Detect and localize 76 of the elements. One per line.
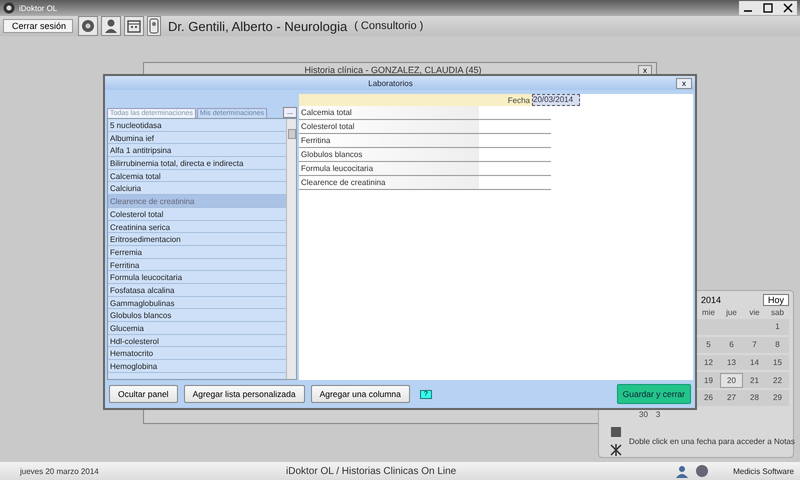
date-label: Fecha: [506, 96, 531, 104]
close-icon[interactable]: [781, 2, 795, 14]
list-item[interactable]: 5 nucleotidasa: [108, 119, 286, 132]
list-item[interactable]: Hdl-colesterol: [108, 334, 286, 348]
calendar-day[interactable]: 27: [720, 391, 743, 404]
context-label: ( Consultorio ): [354, 20, 424, 32]
window-title: iDoktor OL: [19, 4, 58, 12]
calendar-day[interactable]: 3: [656, 408, 660, 421]
table-cell: Colesterol total: [299, 120, 479, 133]
close-button[interactable]: x: [676, 78, 692, 88]
calendar-day[interactable]: 6: [720, 338, 743, 352]
calendar-day[interactable]: 7: [743, 338, 766, 352]
calendar-day[interactable]: 22: [766, 374, 789, 387]
calendar-day[interactable]: 30: [639, 408, 648, 421]
table-cell: Ferritina: [299, 134, 479, 147]
calendar-day[interactable]: 28: [743, 391, 766, 404]
status-title: iDoktor OL / Historias Clinicas On Line: [286, 466, 458, 476]
list-item[interactable]: Gammaglobulinas: [108, 296, 286, 310]
device-icon[interactable]: [147, 16, 161, 36]
dialog-title: Laboratorios: [367, 78, 414, 88]
list-item[interactable]: Glucemia: [108, 322, 286, 335]
list-item[interactable]: Hematocrito: [108, 347, 286, 360]
list-item[interactable]: Hemoglobina: [108, 360, 286, 373]
doctor-name: Dr. Gentili, Alberto - Neurologia: [168, 18, 348, 34]
app-logo-icon: [3, 2, 15, 14]
status-date: jueves 20 marzo 2014: [20, 466, 100, 476]
calendar-icon[interactable]: [124, 16, 144, 36]
list-item[interactable]: Formula leucocitaria: [108, 271, 286, 284]
weekday-label: jue: [725, 308, 738, 317]
calendar-day[interactable]: 5: [697, 338, 720, 352]
list-item[interactable]: Fosfatasa alcalina: [108, 284, 286, 297]
calendar-day[interactable]: 26: [697, 391, 720, 404]
date-cell[interactable]: 20/03/2014: [532, 94, 580, 106]
list-item[interactable]: Alfa 1 antitripsina: [108, 144, 286, 158]
today-button[interactable]: Hoy: [762, 294, 789, 306]
maximize-icon[interactable]: [761, 2, 775, 14]
list-item[interactable]: Creatinina serica: [108, 220, 286, 234]
save-button[interactable]: Guardar y cerrar: [616, 384, 691, 404]
calendar-hint: Doble click en una fecha para acceder a Notas: [629, 436, 795, 446]
list-item[interactable]: Eritrosedimentacion: [108, 233, 286, 246]
gear-icon[interactable]: [78, 16, 98, 36]
table-cell: Clearence de creatinina: [299, 176, 479, 189]
calendar-day[interactable]: 13: [720, 356, 743, 369]
table-cell: Globulos blancos: [299, 148, 479, 161]
calendar-day[interactable]: 21: [743, 374, 766, 387]
calendar-day[interactable]: 14: [743, 356, 766, 369]
background-window-title: Historia clínica - GONZALEZ, CLAUDIA (45): [303, 65, 483, 75]
action-button[interactable]: Agregar una columna: [310, 385, 410, 403]
calendar-day[interactable]: 29: [766, 391, 789, 404]
weekday-label: mie: [701, 308, 716, 317]
calendar-day[interactable]: 20: [720, 372, 743, 388]
list-item[interactable]: Globulos blancos: [108, 309, 286, 322]
list-item[interactable]: Bilirrubinemia total, directa e indirecta: [108, 157, 286, 170]
table-cell: Formula leucocitaria: [299, 162, 479, 175]
scrollbar[interactable]: [286, 119, 296, 379]
person-icon[interactable]: [101, 16, 121, 36]
user-icon[interactable]: [675, 464, 690, 478]
list-item[interactable]: Ferritina: [108, 258, 286, 272]
list-item[interactable]: Calcemia total: [108, 170, 286, 182]
logout-button[interactable]: Cerrar sesión: [3, 19, 73, 33]
list-item[interactable]: Ferremia: [108, 246, 286, 259]
calendar-day[interactable]: 19: [697, 374, 720, 387]
calendar-day[interactable]: 8: [766, 338, 789, 352]
calendar-day[interactable]: 12: [697, 356, 720, 369]
list-item[interactable]: Albumina ief: [108, 132, 286, 144]
table-cell: Calcemia total: [299, 106, 479, 119]
vendor-label: Medicis Software: [733, 466, 794, 476]
weekday-label: sab: [770, 308, 785, 317]
calendar-year: 2014: [701, 295, 722, 305]
tools-icon[interactable]: [609, 443, 623, 458]
action-button[interactable]: Ocultar panel: [109, 385, 178, 403]
calendar-day[interactable]: 15: [766, 356, 789, 369]
weekday-label: vie: [748, 308, 761, 317]
list-item[interactable]: Colesterol total: [108, 208, 286, 220]
action-button[interactable]: Agregar lista personalizada: [184, 385, 305, 403]
close-button[interactable]: x: [638, 64, 652, 76]
